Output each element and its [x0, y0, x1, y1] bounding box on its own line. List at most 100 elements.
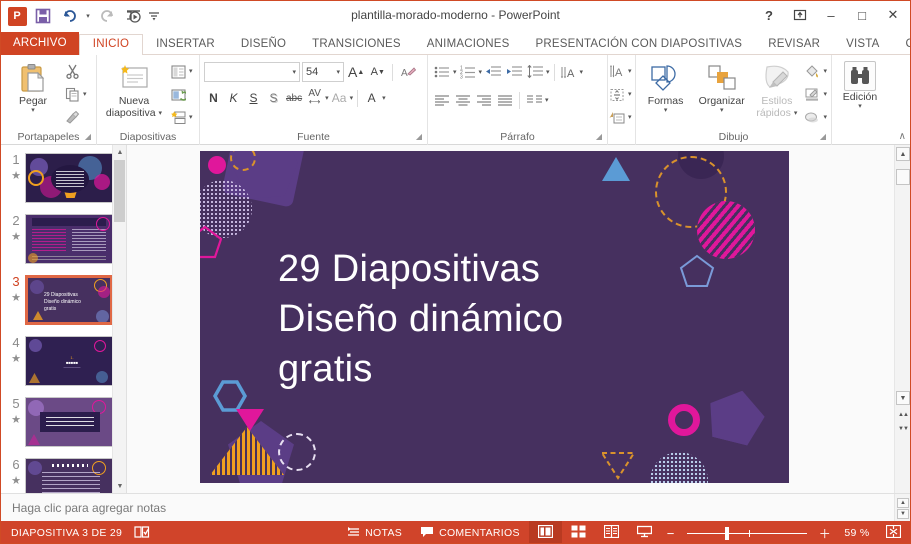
notes-scroll-down-button[interactable]: ▼	[897, 509, 909, 519]
convert-to-smartart-icon[interactable]	[606, 107, 628, 128]
align-text-vertical-icon[interactable]: A	[606, 61, 628, 82]
tab-insertar[interactable]: INSERTAR	[143, 34, 228, 55]
shape-fill-icon[interactable]	[801, 61, 823, 82]
editor-scroll-thumb[interactable]	[896, 169, 910, 185]
animation-star-icon[interactable]: ★	[7, 171, 25, 182]
bold-button[interactable]: N	[204, 88, 223, 108]
columns-caret-icon[interactable]: ▾	[545, 97, 549, 104]
quick-styles-caret-icon[interactable]: ▾	[794, 110, 798, 117]
change-case-button[interactable]: Aa	[330, 88, 349, 108]
convert-smartart-caret-icon[interactable]: ▾	[628, 114, 632, 121]
text-direction-caret-icon[interactable]: ▾	[580, 69, 584, 76]
thumbnail-slide-5[interactable]: 5 ★	[1, 397, 126, 447]
next-slide-button[interactable]: ▼▼	[896, 422, 910, 435]
copy-caret-icon[interactable]: ▾	[83, 91, 87, 98]
zoom-percentage[interactable]: 59 %	[837, 527, 877, 539]
thumbnail-scroll-thumb[interactable]	[114, 160, 125, 222]
shape-fill-caret-icon[interactable]: ▾	[823, 68, 827, 75]
thumbnail-slide-3[interactable]: 3 ★ 29 Diapositivas Diseño dinámico grat…	[1, 275, 126, 325]
comments-toggle-button[interactable]: COMENTARIOS	[411, 521, 529, 543]
align-center-icon[interactable]	[453, 90, 473, 110]
section-icon[interactable]	[167, 107, 189, 128]
zoom-in-button[interactable]: ＋	[813, 521, 837, 543]
editor-scroll-up-button[interactable]: ▲	[896, 147, 910, 161]
clear-formatting-icon[interactable]: A	[398, 62, 418, 82]
numbering-caret-icon[interactable]: ▾	[479, 69, 483, 76]
ribbon-display-options-icon[interactable]	[785, 4, 815, 26]
tab-archivo[interactable]: ARCHIVO	[1, 32, 79, 55]
view-normal-button[interactable]	[528, 521, 562, 543]
help-button[interactable]: ?	[754, 4, 784, 26]
arrange-button[interactable]: Organizar ▾	[691, 58, 752, 114]
zoom-slider-handle[interactable]	[724, 527, 729, 540]
notes-scroll-up-button[interactable]: ▲	[897, 498, 909, 508]
thumbnail-preview[interactable]: 1. ■■■■■ ──────	[25, 336, 113, 386]
justify-icon[interactable]	[495, 90, 515, 110]
tab-vista[interactable]: VISTA	[833, 34, 892, 55]
arrange-caret-icon[interactable]: ▾	[720, 107, 724, 114]
line-spacing-caret-icon[interactable]: ▾	[546, 69, 550, 76]
animation-star-icon[interactable]: ★	[7, 415, 25, 426]
zoom-out-button[interactable]: −	[661, 521, 681, 543]
animation-star-icon[interactable]: ★	[7, 354, 25, 365]
quick-styles-button[interactable]: Estilos rápidos ▾	[752, 58, 801, 119]
view-slideshow-button[interactable]	[628, 521, 661, 543]
notes-toggle-button[interactable]: NOTAS	[338, 521, 411, 543]
thumbnail-scrollbar[interactable]: ▲ ▼	[112, 145, 126, 493]
increase-font-size-icon[interactable]: A ▲	[346, 62, 366, 82]
copy-icon[interactable]	[61, 84, 83, 105]
language-proofing-icon[interactable]	[134, 525, 150, 542]
change-case-caret-icon[interactable]: ▾	[350, 95, 354, 102]
new-slide-caret-icon[interactable]: ▾	[159, 110, 163, 117]
editor-scroll-down-button[interactable]: ▼	[896, 391, 910, 405]
slide-counter[interactable]: DIAPOSITIVA 3 DE 29	[11, 527, 122, 539]
columns-icon[interactable]	[524, 90, 544, 110]
clipboard-dialog-launcher-icon[interactable]: ◢	[85, 129, 91, 144]
thumbnail-preview[interactable]	[25, 153, 113, 203]
decrease-font-size-icon[interactable]: A ▼	[368, 62, 387, 82]
layout-icon[interactable]	[167, 61, 189, 82]
editing-caret-icon[interactable]: ▾	[858, 103, 862, 110]
font-name-input[interactable]: ▾	[204, 62, 300, 82]
thumbnail-slide-1[interactable]: 1 ★	[1, 153, 126, 203]
align-text-caret-icon[interactable]: ▾	[628, 68, 632, 75]
tab-revisar[interactable]: REVISAR	[755, 34, 833, 55]
decrease-indent-icon[interactable]	[483, 62, 503, 82]
underline-button[interactable]: S	[244, 88, 263, 108]
thumbnail-preview[interactable]	[25, 214, 113, 264]
tab-transiciones[interactable]: TRANSICIONES	[299, 34, 414, 55]
align-right-icon[interactable]	[474, 90, 494, 110]
increase-indent-icon[interactable]	[504, 62, 524, 82]
tab-presentacion[interactable]: PRESENTACIÓN CON DIAPOSITIVAS	[523, 34, 756, 55]
shape-effects-caret-icon[interactable]: ▾	[823, 114, 827, 121]
notes-pane[interactable]: Haga clic para agregar notas ▲ ▼	[1, 493, 910, 521]
fit-slide-to-window-button[interactable]	[877, 521, 910, 543]
thumbnail-preview[interactable]	[25, 458, 113, 493]
line-spacing-icon[interactable]	[525, 62, 545, 82]
tab-diseno[interactable]: DISEÑO	[228, 34, 299, 55]
text-direction-icon[interactable]: A	[559, 62, 579, 82]
text-shadow-button[interactable]: S	[264, 88, 283, 108]
collapse-ribbon-icon[interactable]: ∧	[899, 131, 906, 142]
shape-effects-icon[interactable]	[801, 107, 823, 128]
animation-star-icon[interactable]: ★	[7, 293, 25, 304]
paste-button[interactable]: Pegar ▾	[5, 58, 61, 114]
numbering-icon[interactable]: 123	[458, 62, 478, 82]
italic-button[interactable]: K	[224, 88, 243, 108]
shape-outline-icon[interactable]	[801, 84, 823, 105]
thumbnail-slide-2[interactable]: 2 ★	[1, 214, 126, 264]
view-reading-button[interactable]	[595, 521, 628, 543]
maximize-button[interactable]: □	[847, 4, 877, 26]
font-size-caret-icon[interactable]: ▾	[336, 69, 340, 76]
format-painter-icon[interactable]	[61, 107, 83, 128]
shapes-button[interactable]: Formas ▾	[640, 58, 691, 114]
reset-icon[interactable]	[167, 84, 189, 105]
thumbnail-scroll-up-button[interactable]: ▲	[113, 145, 126, 159]
close-button[interactable]: ✕	[878, 4, 908, 26]
bullets-icon[interactable]	[432, 62, 452, 82]
shapes-caret-icon[interactable]: ▾	[664, 107, 668, 114]
font-color-button[interactable]: A	[362, 88, 381, 108]
paste-caret-icon[interactable]: ▾	[31, 107, 35, 114]
animation-star-icon[interactable]: ★	[7, 232, 25, 243]
slide-canvas[interactable]: 29 Diapositivas Diseño dinámico gratis	[200, 151, 789, 483]
